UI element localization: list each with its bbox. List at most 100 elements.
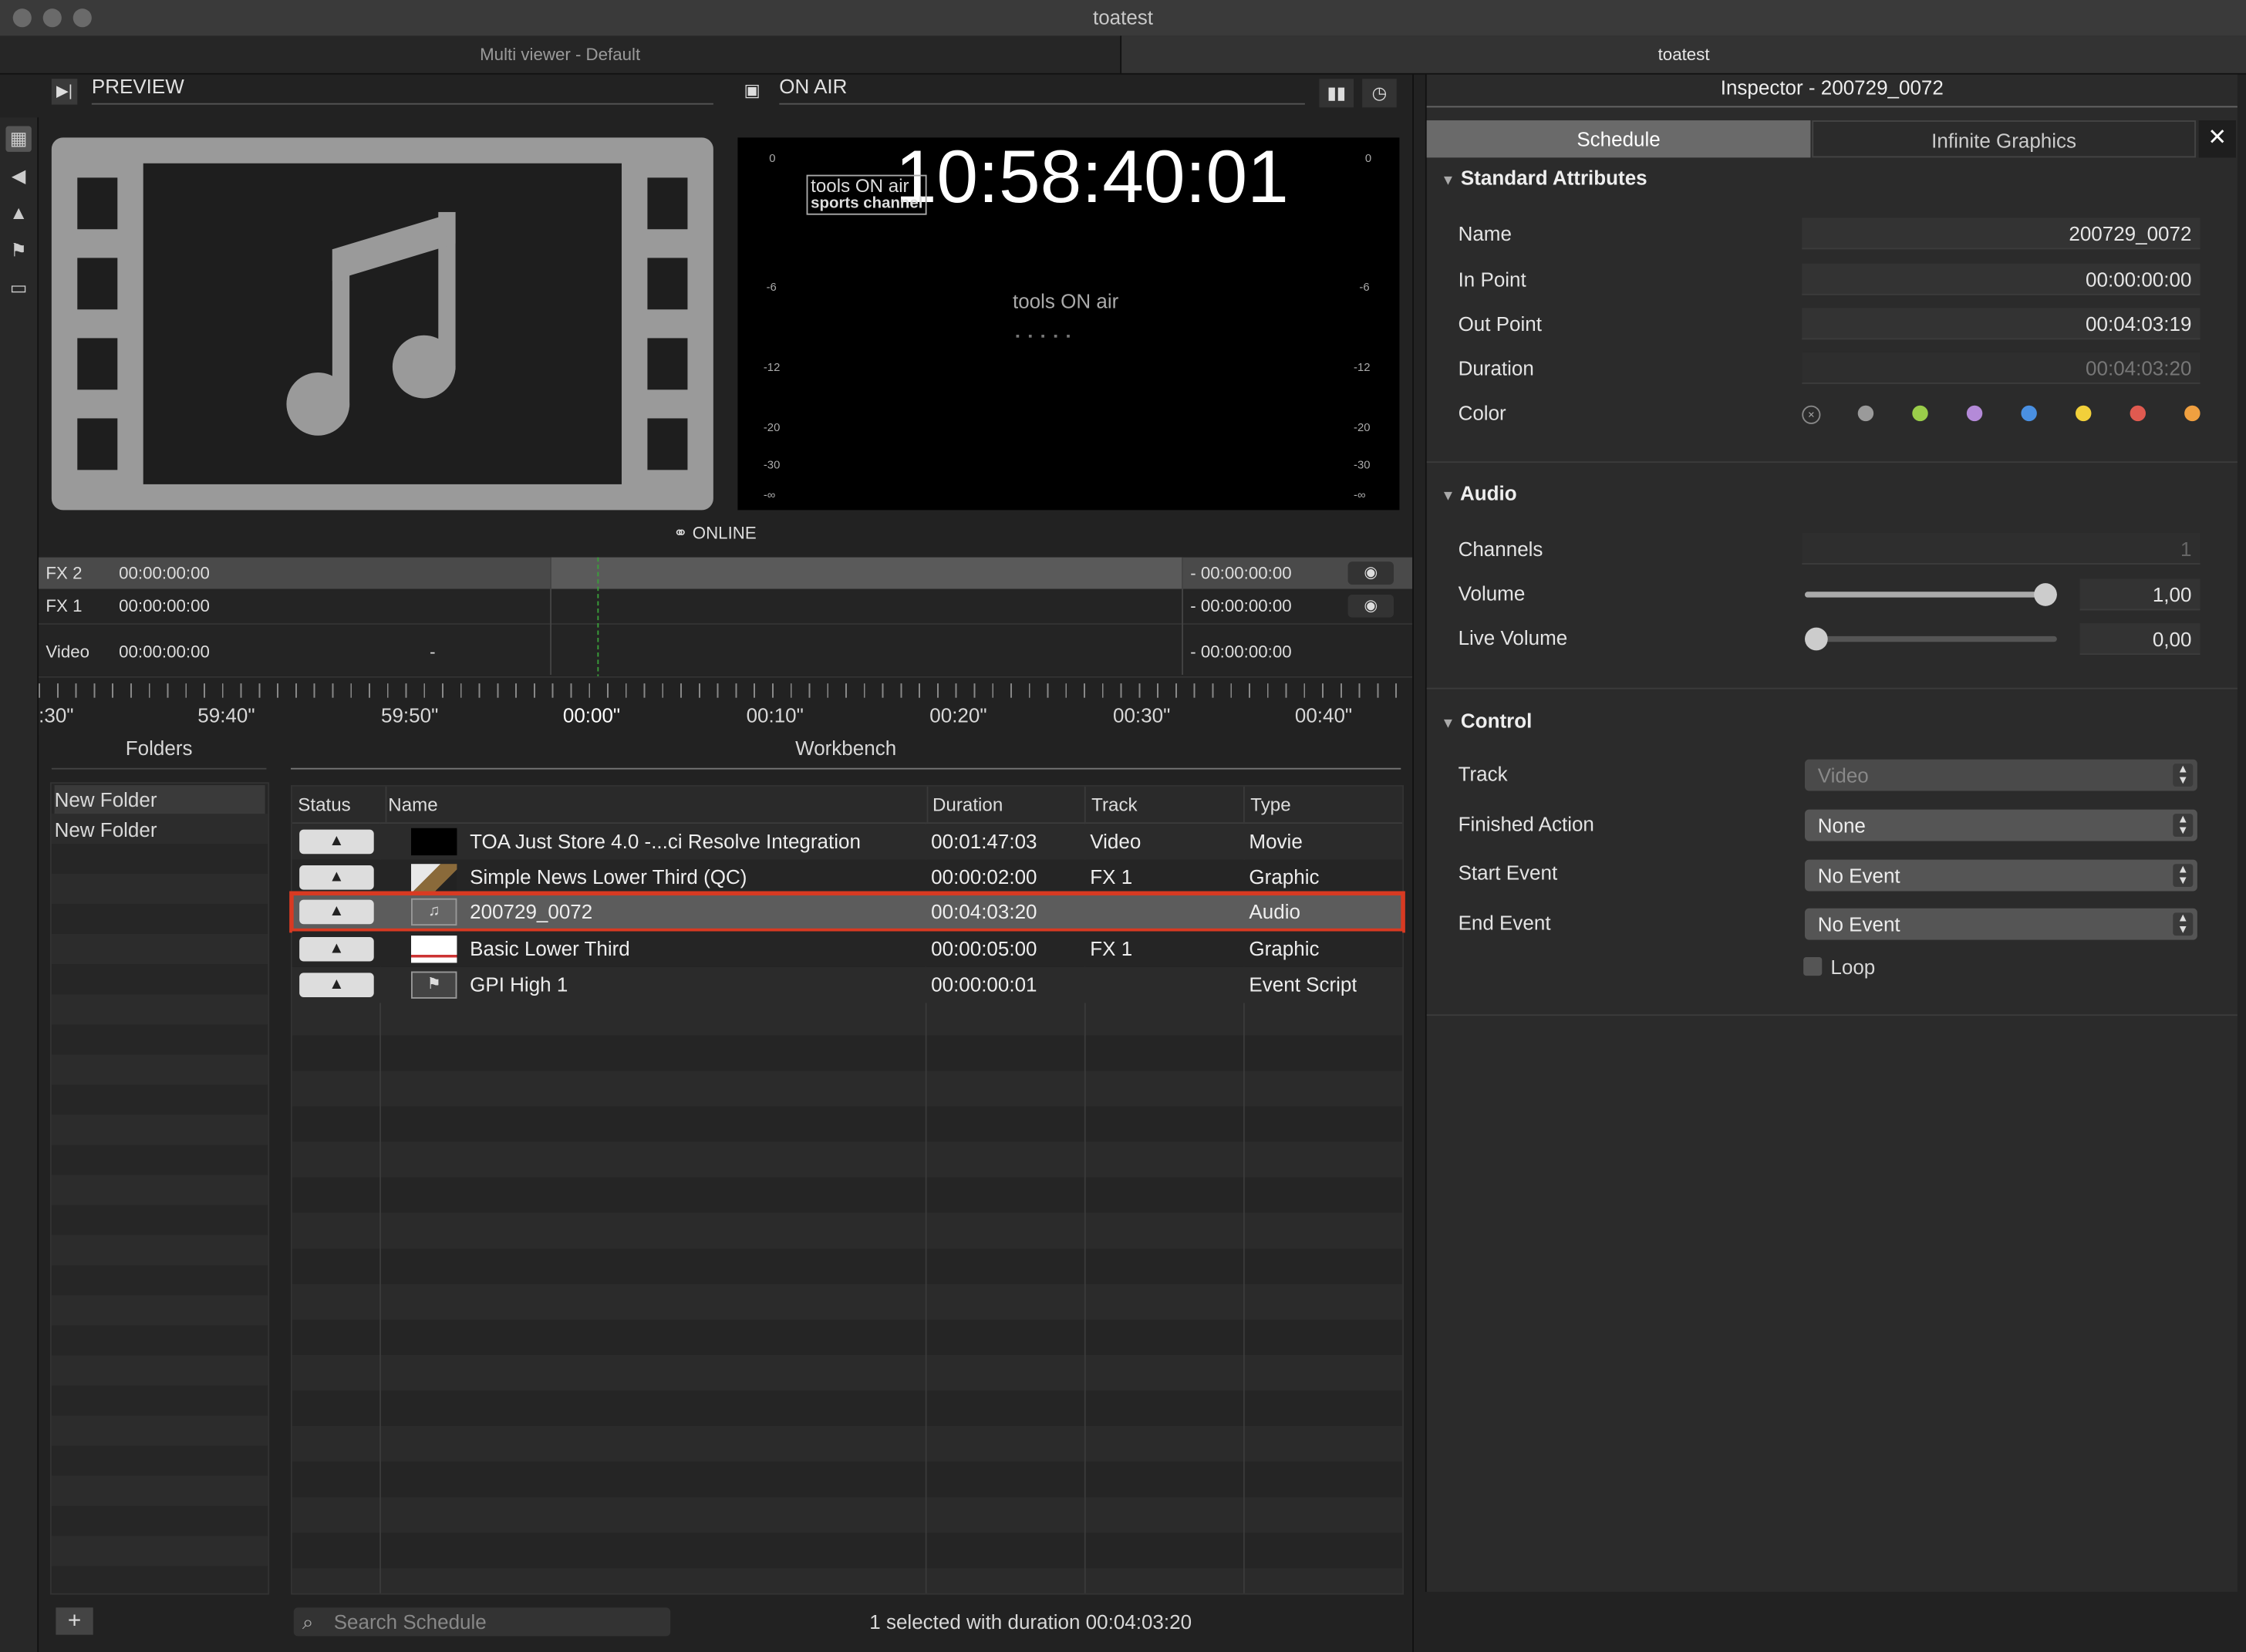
live-volume-field[interactable]: 0,00	[2079, 623, 2200, 655]
flag-icon[interactable]: ⚑	[5, 238, 31, 263]
meter-icon[interactable]: ▮▮	[1319, 79, 1354, 108]
status-button[interactable]: ▲	[299, 899, 374, 925]
eye-icon[interactable]: ◉	[1347, 561, 1394, 585]
updown-icon: ▲ ▼	[2173, 912, 2194, 936]
tab-multi-viewer[interactable]: Multi viewer - Default	[0, 35, 1122, 73]
timeline-ruler[interactable]: :30" 59:40" 59:50" 00:00" 00:10" 00:20" …	[39, 676, 1413, 736]
ruler-ticks	[39, 683, 1413, 698]
status-button[interactable]: ▲	[299, 973, 374, 997]
flag-thumbnail-icon: ⚑	[411, 971, 457, 999]
meter-label-right: -30	[1354, 458, 1371, 472]
meter-label-left: -12	[763, 361, 781, 374]
loop-label[interactable]: Loop	[1830, 956, 1875, 979]
color-swatch[interactable]	[1966, 405, 1983, 422]
window-icon[interactable]: ▭	[5, 275, 31, 301]
table-row[interactable]: ▲ Simple News Lower Third (QC) 00:00:02:…	[292, 859, 1403, 895]
column-duration[interactable]: Duration	[927, 786, 1086, 823]
disclosure-triangle-icon: ▼	[1441, 173, 1455, 190]
color-swatch[interactable]	[2021, 405, 2037, 422]
minimize-window-button[interactable]	[42, 8, 62, 28]
column-type[interactable]: Type	[1245, 787, 1402, 822]
track-fx2[interactable]: FX 2 00:00:00:00 - 00:00:00:00 ◉	[39, 557, 1413, 589]
color-swatch[interactable]	[2130, 405, 2146, 422]
link-icon: ⚭	[673, 523, 688, 544]
eye-icon[interactable]: ◉	[1347, 594, 1394, 618]
volume-field[interactable]: 1,00	[2079, 578, 2200, 611]
color-swatch[interactable]	[1857, 405, 1874, 422]
search-field[interactable]: ⌕ Search Schedule	[293, 1607, 671, 1637]
table-row[interactable]: ▲ TOA Just Store 4.0 -...ci Resolve Inte…	[292, 824, 1403, 860]
live-volume-slider-knob[interactable]	[1805, 627, 1828, 651]
track-video[interactable]: Video 00:00:00:00 - - 00:00:00:00	[39, 623, 1413, 676]
inspector-title: Inspector - 200729_0072	[1426, 75, 2238, 108]
add-folder-button[interactable]: +	[56, 1607, 93, 1635]
live-volume-slider-track[interactable]	[1805, 627, 2057, 651]
start-event-popup[interactable]: No Event ▲ ▼	[1805, 859, 2197, 892]
tab-infinite-graphics[interactable]: Infinite Graphics	[1812, 120, 2196, 158]
row-track: Video	[1090, 829, 1142, 853]
mountain-icon[interactable]: ▲	[5, 201, 31, 226]
section-audio[interactable]: ▼ Audio	[1441, 481, 1516, 504]
onair-monitor: 10:58:40:01 tools ON air sports channel …	[737, 136, 1400, 511]
color-swatch[interactable]	[2184, 405, 2200, 422]
in-point-field[interactable]: 00:00:00:00	[1802, 263, 2200, 295]
window-titlebar: toatest	[0, 0, 2246, 38]
folders-list: New Folder New Folder	[50, 782, 270, 1595]
status-button[interactable]: ▲	[299, 936, 374, 962]
column-track[interactable]: Track	[1086, 786, 1245, 823]
tab-toatest[interactable]: toatest	[1121, 35, 2246, 73]
graphic-thumbnail	[411, 864, 457, 892]
volume-slider-knob[interactable]	[2034, 583, 2057, 606]
start-event-label: Start Event	[1458, 861, 1558, 885]
calendar-icon[interactable]: ▣	[739, 80, 764, 106]
track-fx1[interactable]: FX 1 00:00:00:00 - 00:00:00:00 ◉	[39, 590, 1412, 622]
column-name[interactable]: Name	[381, 786, 929, 823]
no-color-swatch[interactable]: ×	[1802, 405, 1821, 424]
section-standard[interactable]: ▼ Standard Attributes	[1441, 166, 1647, 189]
movie-thumbnail	[411, 828, 457, 856]
table-row-selected[interactable]: ▲ ♫ 200729_0072 00:04:03:20 Audio	[289, 891, 1405, 932]
section-control[interactable]: ▼ Control	[1441, 710, 1532, 733]
color-swatch[interactable]	[1912, 405, 1928, 422]
row-name: Simple News Lower Third (QC)	[470, 865, 747, 888]
onair-timecode: 10:58:40:01	[895, 136, 1289, 220]
table-row[interactable]: ▲ Basic Lower Third 00:00:05:00 FX 1 Gra…	[292, 931, 1403, 967]
brand-text: tools ON air	[811, 174, 909, 197]
zoom-window-button[interactable]	[73, 8, 92, 28]
search-placeholder: Search Schedule	[333, 1610, 487, 1633]
play-next-icon[interactable]: ▶|	[51, 79, 78, 105]
name-field[interactable]: 200729_0072	[1802, 217, 2200, 250]
speaker-icon[interactable]: ◀	[5, 164, 31, 189]
clock-icon[interactable]: ◷	[1362, 79, 1397, 108]
tab-schedule[interactable]: Schedule	[1426, 120, 1811, 158]
column-status[interactable]: Status	[292, 786, 387, 823]
track-popup: Video ▲ ▼	[1805, 759, 2197, 791]
workbench-table: Status Name Duration Track Type ▲ TOA Ju…	[289, 785, 1405, 1595]
loop-checkbox[interactable]	[1803, 956, 1823, 976]
color-swatch[interactable]	[2076, 405, 2092, 422]
online-status: ⚭ ONLINE	[673, 523, 757, 543]
track-in: 00:00:00:00	[119, 642, 210, 662]
section-title: Standard Attributes	[1460, 166, 1647, 190]
status-button[interactable]: ▲	[299, 865, 374, 890]
ruler-label: 00:00"	[562, 703, 621, 727]
finished-action-popup[interactable]: None ▲ ▼	[1805, 809, 2197, 841]
volume-slider-track[interactable]	[1805, 583, 2057, 606]
updown-icon: ▲ ▼	[2173, 813, 2194, 837]
meter-label-right: -6	[1359, 281, 1370, 294]
out-point-field[interactable]: 00:04:03:19	[1802, 308, 2200, 340]
film-icon[interactable]: ▦	[5, 126, 32, 152]
track-in: 00:00:00:00	[119, 563, 210, 584]
section-title: Audio	[1459, 481, 1517, 504]
end-event-popup[interactable]: No Event ▲ ▼	[1805, 908, 2197, 940]
row-name: TOA Just Store 4.0 -...ci Resolve Integr…	[470, 829, 861, 853]
row-duration: 00:04:03:20	[931, 899, 1037, 923]
folder-item[interactable]: New Folder	[54, 785, 265, 814]
status-button[interactable]: ▲	[299, 829, 374, 855]
close-icon[interactable]: ✕	[2198, 120, 2236, 158]
row-type: Graphic	[1249, 936, 1320, 960]
close-window-button[interactable]	[12, 8, 32, 28]
table-row[interactable]: ▲ ⚑ GPI High 1 00:00:00:01 Event Script	[292, 966, 1403, 1003]
finished-action-value: None	[1817, 814, 1866, 837]
folder-item[interactable]: New Folder	[55, 815, 265, 844]
